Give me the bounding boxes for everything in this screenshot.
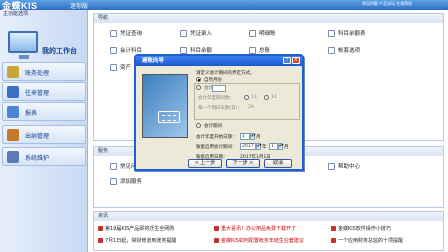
app-titlebar: 金蝶KIS 迷你版 常见问题 产品论坛 在线帮助 xyxy=(0,0,448,11)
keyboard-icon xyxy=(158,111,180,123)
monitor-icon xyxy=(8,31,38,59)
add-icon xyxy=(110,177,117,185)
start-month-field[interactable]: 1 xyxy=(240,133,250,140)
news-panel-title: 资讯 xyxy=(94,212,443,221)
nav-item-assets[interactable]: 资产 xyxy=(110,63,131,71)
nav-item-balance[interactable]: 科目余额 xyxy=(180,46,212,54)
spin-icon[interactable]: ▲▼ xyxy=(278,143,284,150)
voucher-query-icon xyxy=(110,29,117,37)
sidebar-item-reports[interactable]: 报表 xyxy=(2,102,86,121)
radio-14-label: 14 xyxy=(271,95,277,100)
accounts-icon xyxy=(110,46,117,54)
sidebar-title: 主功能选项 xyxy=(3,11,29,17)
next-button[interactable]: 下一步 > xyxy=(226,159,260,168)
spin-icon[interactable]: ▲▼ xyxy=(256,143,262,150)
news-bullet-icon xyxy=(214,226,219,231)
contacts-icon xyxy=(7,86,19,98)
radio-13-label: 13 xyxy=(251,95,257,100)
setup-wizard-dialog: 建账向导 ? × 请定义会计期间的界定方式。 自然月份 会计期间 会计年度期间数… xyxy=(134,54,304,171)
radio-natural-month[interactable] xyxy=(196,77,201,82)
ledger-icon xyxy=(7,66,19,78)
sidebar-item-accounting[interactable]: 账务处理 xyxy=(2,62,86,81)
news-item[interactable]: 一个应用财务总监的十项提醒 xyxy=(331,237,403,244)
news-bullet-icon xyxy=(331,226,336,231)
days-label: 每一个期间天数(日)： xyxy=(198,106,243,111)
news-bullet-icon xyxy=(331,238,336,243)
start-period-label: 账套启用会计期间： xyxy=(196,145,237,150)
news-item[interactable]: 金蝶KIS如何配置帐务年结生业套建议 xyxy=(214,237,304,244)
close-icon[interactable]: × xyxy=(292,57,300,64)
balance-icon xyxy=(180,46,187,54)
help-icon xyxy=(328,162,335,170)
news-panel: 资讯 第19届KIS产品即将迁生全网购 重大喜讯！办公用品免费下载开了 金蝶KI… xyxy=(93,211,444,251)
radio-13[interactable] xyxy=(244,95,249,100)
start-year-label: 会计年度开始日期： xyxy=(196,135,237,140)
news-item[interactable]: 金蝶KIS软件操作小技巧 xyxy=(331,225,391,232)
app-edition: 迷你版 xyxy=(70,4,89,10)
days-value: 29 xyxy=(248,105,254,110)
sidebar-item-label: 出纳管理 xyxy=(25,134,50,140)
my-workbench-label: 我的工作台 xyxy=(42,48,77,55)
sidebar-item-contacts[interactable]: 往来管理 xyxy=(2,82,86,101)
assets-icon xyxy=(110,63,117,71)
start-year-field[interactable]: 2017 xyxy=(240,143,256,150)
subject-balance-icon xyxy=(328,29,335,37)
top-links[interactable]: 常见问题 产品论坛 在线帮助 xyxy=(362,1,412,7)
sidebar-item-label: 系统维护 xyxy=(25,156,50,162)
radio-custom-period[interactable] xyxy=(196,85,201,90)
spin-icon[interactable]: ▲▼ xyxy=(250,133,256,140)
dialog-title: 建账向导 xyxy=(136,56,302,66)
cancel-button[interactable]: 取消 xyxy=(264,159,292,168)
nav-item-general-ledger[interactable]: 总账 xyxy=(249,46,270,54)
year-unit: 年 xyxy=(262,145,267,150)
periods-label: 会计年度期间数： xyxy=(198,96,234,101)
sidebar-item-maintenance[interactable]: 系统维护 xyxy=(2,147,86,166)
nav-item-subject-balance[interactable]: 科目余额表 xyxy=(328,29,366,37)
nav-panel-title: 导航 xyxy=(94,14,443,23)
service-help-center[interactable]: 帮助中心 xyxy=(328,162,360,170)
radio-14[interactable] xyxy=(264,95,269,100)
maintenance-icon xyxy=(7,151,19,163)
wizard-illustration xyxy=(142,74,188,138)
help-title-button[interactable]: ? xyxy=(283,57,291,64)
news-item[interactable]: 7月1日起，常财修道到账务提醒 xyxy=(98,237,176,244)
news-item[interactable]: 第19届KIS产品即将迁生全网购 xyxy=(98,225,174,232)
news-bullet-icon xyxy=(214,238,219,243)
back-button[interactable]: < 上一步 xyxy=(188,159,222,168)
sidebar: 主功能选项 我的工作台 账务处理 往来管理 报表 出纳管理 系统维护 xyxy=(0,10,88,252)
sidebar-item-cashier[interactable]: 出纳管理 xyxy=(2,125,86,144)
month-unit: 月 xyxy=(256,135,261,140)
month-unit: 月 xyxy=(284,145,289,150)
general-ledger-icon xyxy=(249,46,256,54)
nav-item-voucher-entry[interactable]: 凭证录入 xyxy=(180,29,212,37)
nav-item-detail-ledger[interactable]: 明细账 xyxy=(249,29,276,37)
radio-custom-year[interactable] xyxy=(196,123,201,128)
nav-item-accounts[interactable]: 会计科目 xyxy=(110,46,142,54)
custom-period-field[interactable] xyxy=(212,85,226,92)
service-add[interactable]: 添加服务 xyxy=(110,177,142,185)
sidebar-item-label: 往来管理 xyxy=(25,91,50,97)
custom-year-label: 会计期间 xyxy=(204,124,222,129)
sidebar-item-label: 报表 xyxy=(25,111,38,117)
detail-ledger-icon xyxy=(249,29,256,37)
news-bullet-icon xyxy=(98,238,103,243)
sidebar-item-label: 账务处理 xyxy=(25,71,50,77)
nav-item-voucher-query[interactable]: 凭证查询 xyxy=(110,29,142,37)
voucher-entry-icon xyxy=(180,29,187,37)
book-options-icon xyxy=(328,46,335,54)
start-period-month-field[interactable]: 1 xyxy=(269,143,278,150)
dialog-prompt: 请定义会计期间的界定方式。 xyxy=(196,71,255,76)
faq-icon xyxy=(110,162,117,170)
cashier-icon xyxy=(7,129,19,141)
nav-item-book-options[interactable]: 帐套选项 xyxy=(328,46,360,54)
report-icon xyxy=(7,106,19,118)
news-item[interactable]: 重大喜讯！办公用品免费下载开了 xyxy=(214,225,296,232)
news-bullet-icon xyxy=(98,226,103,231)
